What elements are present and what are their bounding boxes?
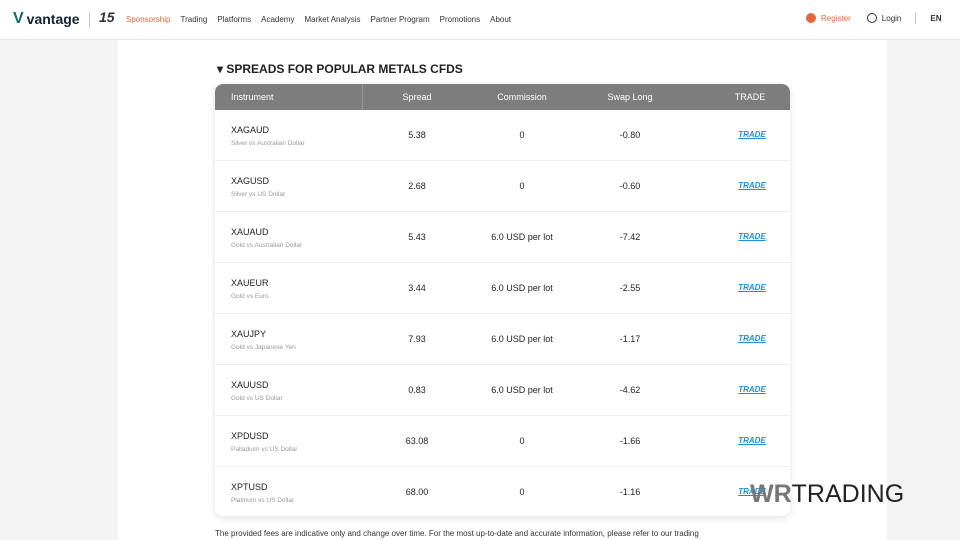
vantage-logo[interactable]: Vvantage xyxy=(13,10,80,28)
instrument-description: Gold vs US Dollar xyxy=(231,395,283,402)
instrument-symbol: XAUJPY xyxy=(231,329,267,339)
instrument-description: Silver vs US Dollar xyxy=(231,191,286,198)
trade-link[interactable]: TRADE xyxy=(738,436,766,445)
section-title[interactable]: ▾ SPREADS FOR POPULAR METALS CFDS xyxy=(217,62,463,76)
commission-value: 0 xyxy=(519,487,525,497)
spread-value: 2.68 xyxy=(408,181,426,191)
instrument-description: Platinum vs US Dollar xyxy=(231,497,295,504)
logo-v-icon: V xyxy=(13,10,24,27)
spread-value: 0.83 xyxy=(408,385,426,395)
spread-value: 63.08 xyxy=(405,436,429,446)
login-icon xyxy=(866,13,877,23)
spread-value: 7.93 xyxy=(408,334,426,344)
instrument-symbol: XPTUSD xyxy=(231,482,268,492)
header-swap-long: Swap Long xyxy=(607,92,653,102)
instrument-description: Gold vs Euro xyxy=(231,293,269,300)
main-menu: Sponsorship Trading Platforms Academy Market… xyxy=(126,15,511,24)
trade-link[interactable]: TRADE xyxy=(738,232,766,241)
anniversary-badge: 15 xyxy=(99,9,115,25)
nav-item-promotions[interactable]: Promotions xyxy=(440,15,480,24)
user-icon xyxy=(806,13,816,23)
table-row: XAUJPY Gold vs Japanese Yen 7.93 6.0 USD… xyxy=(215,314,790,365)
swap-long-value: -7.42 xyxy=(619,232,641,242)
instrument-symbol: XAUEUR xyxy=(231,278,269,288)
header-trade: TRADE xyxy=(734,92,766,102)
nav-item-platforms[interactable]: Platforms xyxy=(217,15,251,24)
swap-long-value: -1.17 xyxy=(619,334,641,344)
table-row: XAUUSD Gold vs US Dollar 0.83 6.0 USD pe… xyxy=(215,365,790,416)
table-row: XPTUSD Platinum vs US Dollar 68.00 0 -1.… xyxy=(215,467,790,516)
commission-value: 6.0 USD per lot xyxy=(491,385,553,395)
instrument-description: Gold vs Japanese Yen xyxy=(231,344,296,351)
trade-link[interactable]: TRADE xyxy=(738,130,766,139)
watermark-logo: WRTRADING xyxy=(750,480,905,508)
trade-link[interactable]: TRADE xyxy=(738,181,766,190)
nav-item-sponsorship[interactable]: Sponsorship xyxy=(126,15,170,24)
language-selector[interactable]: EN xyxy=(930,14,941,23)
divider xyxy=(89,12,90,28)
header-divider xyxy=(362,84,363,110)
table-row: XAGUSD Silver vs US Dollar 2.68 0 -0.60 … xyxy=(215,161,790,212)
instrument-symbol: XAGAUD xyxy=(231,125,270,135)
trade-link[interactable]: TRADE xyxy=(738,283,766,292)
nav-item-trading[interactable]: Trading xyxy=(180,15,207,24)
swap-long-value: -1.66 xyxy=(619,436,641,446)
instrument-symbol: XAUUSD xyxy=(231,380,269,390)
spread-value: 5.43 xyxy=(408,232,426,242)
instrument-description: Silver vs Australian Dollar xyxy=(231,140,305,147)
swap-long-value: -1.16 xyxy=(619,487,641,497)
login-link[interactable]: Login xyxy=(866,13,902,23)
spread-value: 68.00 xyxy=(405,487,429,497)
nav-item-about[interactable]: About xyxy=(490,15,511,24)
register-link[interactable]: Register xyxy=(806,13,851,23)
logo-text: vantage xyxy=(26,11,80,27)
table-row: XAUEUR Gold vs Euro 3.44 6.0 USD per lot… xyxy=(215,263,790,314)
table-header: Instrument Spread Commission Swap Long T… xyxy=(215,84,790,110)
instrument-description: Palladium vs US Dollar xyxy=(231,446,298,453)
trade-link[interactable]: TRADE xyxy=(738,385,766,394)
instrument-symbol: XAGUSD xyxy=(231,176,270,186)
spreads-table: Instrument Spread Commission Swap Long T… xyxy=(215,84,790,516)
swap-long-value: -2.55 xyxy=(619,283,641,293)
instrument-symbol: XAUAUD xyxy=(231,227,269,237)
nav-item-partner-program[interactable]: Partner Program xyxy=(371,15,430,24)
swap-long-value: -0.60 xyxy=(619,181,641,191)
table-row: XAUAUD Gold vs Australian Dollar 5.43 6.… xyxy=(215,212,790,263)
spread-value: 3.44 xyxy=(408,283,426,293)
nav-item-market-analysis[interactable]: Market Analysis xyxy=(304,15,360,24)
section-title-text: SPREADS FOR POPULAR METALS CFDS xyxy=(226,62,463,76)
header-instrument: Instrument xyxy=(231,92,274,102)
instrument-symbol: XPDUSD xyxy=(231,431,269,441)
fees-note: The provided fees are indicative only an… xyxy=(215,529,699,538)
table-row: XPDUSD Palladium vs US Dollar 63.08 0 -1… xyxy=(215,416,790,467)
header-commission: Commission xyxy=(497,92,547,102)
divider xyxy=(915,12,917,24)
nav-item-academy[interactable]: Academy xyxy=(261,15,294,24)
spread-value: 5.38 xyxy=(408,130,426,140)
table-row: XAGAUD Silver vs Australian Dollar 5.38 … xyxy=(215,110,790,161)
commission-value: 0 xyxy=(519,130,525,140)
swap-long-value: -4.62 xyxy=(619,385,641,395)
swap-long-value: -0.80 xyxy=(619,130,641,140)
commission-value: 6.0 USD per lot xyxy=(491,232,553,242)
instrument-description: Gold vs Australian Dollar xyxy=(231,242,303,249)
register-label: Register xyxy=(821,13,851,23)
header-spread: Spread xyxy=(402,92,432,102)
commission-value: 6.0 USD per lot xyxy=(491,334,553,344)
commission-value: 6.0 USD per lot xyxy=(491,283,553,293)
commission-value: 0 xyxy=(519,181,525,191)
commission-value: 0 xyxy=(519,436,525,446)
trade-link[interactable]: TRADE xyxy=(738,334,766,343)
top-nav: Vvantage 15 Sponsorship Trading Platforms A… xyxy=(0,0,960,40)
login-label: Login xyxy=(881,13,902,23)
table-body: XAGAUD Silver vs Australian Dollar 5.38 … xyxy=(215,110,790,516)
